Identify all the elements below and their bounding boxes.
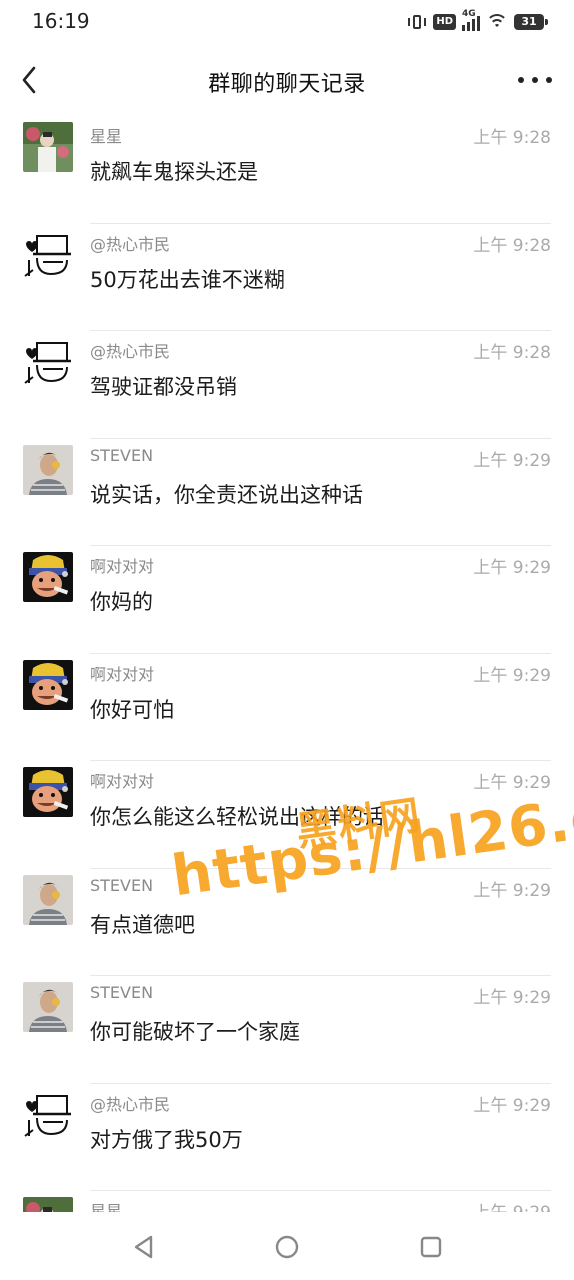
message-text[interactable]: 你好可怕: [90, 694, 174, 724]
message-time: 上午 9:28: [473, 235, 551, 256]
battery-icon: 31: [514, 14, 548, 30]
circle-home-icon: [275, 1235, 299, 1259]
system-navigation-bar: [0, 1212, 574, 1280]
message-text[interactable]: 你可能破坏了一个家庭: [90, 1016, 300, 1046]
sender-name: @热心市民: [90, 1094, 171, 1114]
navigation-bar: 群聊的聊天记录: [0, 44, 574, 116]
sender-name: @热心市民: [90, 342, 171, 361]
message-text[interactable]: 对方俄了我50万: [90, 1124, 243, 1154]
square-recents-icon: [420, 1236, 442, 1258]
chat-message-row[interactable]: 星星 上午 9:29: [0, 1191, 574, 1212]
avatar[interactable]: [23, 552, 73, 602]
status-icons: HD 4G 31: [407, 9, 548, 34]
message-text[interactable]: 就飙车鬼探头还是: [90, 156, 258, 186]
chat-message-row[interactable]: 啊对对对 上午 9:29 你妈的: [0, 546, 574, 654]
message-text[interactable]: 说实话，你全责还说出这种话: [90, 479, 363, 509]
message-time: 上午 9:29: [473, 665, 551, 686]
sender-name: 星星: [90, 127, 123, 146]
network-type: 4G: [462, 9, 476, 19]
message-time: 上午 9:28: [473, 343, 551, 363]
chat-message-row[interactable]: @热心市民 上午 9:29 对方俄了我50万: [0, 1084, 574, 1191]
chat-message-row[interactable]: STEVEN 上午 9:29 你可能破坏了一个家庭: [0, 976, 574, 1084]
message-time: 上午 9:28: [473, 128, 551, 148]
avatar[interactable]: [23, 1089, 73, 1140]
sender-name: 啊对对对: [90, 557, 155, 576]
sender-name: 啊对对对: [90, 772, 155, 791]
status-bar: 16:19 HD 4G 31: [0, 0, 574, 44]
message-time: 上午 9:29: [473, 988, 551, 1008]
system-back-button[interactable]: [131, 1234, 157, 1260]
avatar[interactable]: [23, 337, 73, 387]
sender-name: STEVEN: [90, 983, 154, 1002]
triangle-back-icon: [134, 1235, 153, 1259]
message-text[interactable]: 驾驶证都没吊销: [90, 371, 237, 401]
message-time: 上午 9:29: [473, 880, 551, 901]
more-dots-icon: [518, 77, 524, 83]
chat-message-row[interactable]: @热心市民 上午 9:28 驾驶证都没吊销: [0, 331, 574, 439]
avatar[interactable]: [23, 122, 73, 172]
chat-message-row[interactable]: STEVEN 上午 9:29 有点道德吧: [0, 869, 574, 976]
avatar[interactable]: [23, 444, 73, 495]
cellular-signal-icon: 4G: [462, 9, 480, 31]
message-text[interactable]: 你怎么能这么轻松说出这样的话: [90, 801, 384, 831]
status-time: 16:19: [32, 9, 90, 33]
avatar[interactable]: [23, 767, 73, 817]
avatar[interactable]: [23, 659, 73, 710]
chat-record-list[interactable]: 星星 上午 9:28 就飙车鬼探头还是 @热心市民 上午 9:28 50万花出去谁不迷糊 @…: [0, 116, 574, 1212]
more-options-button[interactable]: [518, 68, 552, 92]
wifi-icon: [486, 13, 508, 31]
avatar[interactable]: [23, 982, 73, 1032]
message-time: 上午 9:29: [473, 450, 551, 471]
system-home-button[interactable]: [274, 1234, 300, 1260]
chat-message-row[interactable]: 啊对对对 上午 9:29 你怎么能这么轻松说出这样的话: [0, 761, 574, 869]
sender-name: STEVEN: [90, 875, 154, 895]
sender-name: @热心市民: [90, 234, 171, 254]
message-time: 上午 9:29: [473, 773, 551, 793]
chat-message-row[interactable]: @热心市民 上午 9:28 50万花出去谁不迷糊: [0, 224, 574, 331]
message-text[interactable]: 有点道德吧: [90, 909, 195, 939]
system-recents-button[interactable]: [418, 1234, 444, 1260]
chat-message-row[interactable]: 啊对对对 上午 9:29 你好可怕: [0, 654, 574, 761]
avatar[interactable]: [23, 229, 73, 280]
hd-badge: HD: [433, 14, 456, 30]
message-time: 上午 9:29: [473, 1198, 551, 1212]
avatar[interactable]: [23, 874, 73, 925]
message-text[interactable]: 你妈的: [90, 586, 153, 616]
sender-name: 啊对对对: [90, 664, 155, 684]
vibrate-icon: [407, 13, 427, 31]
message-text[interactable]: 50万花出去谁不迷糊: [90, 264, 285, 294]
avatar[interactable]: [23, 1197, 73, 1212]
chat-message-row[interactable]: STEVEN 上午 9:29 说实话，你全责还说出这种话: [0, 439, 574, 546]
message-time: 上午 9:29: [473, 1095, 551, 1116]
page-title: 群聊的聊天记录: [208, 72, 366, 97]
message-time: 上午 9:29: [473, 558, 551, 578]
chat-message-row[interactable]: 星星 上午 9:28 就飙车鬼探头还是: [0, 116, 574, 224]
sender-name: STEVEN: [90, 445, 154, 465]
sender-name: 星星: [90, 1202, 123, 1212]
